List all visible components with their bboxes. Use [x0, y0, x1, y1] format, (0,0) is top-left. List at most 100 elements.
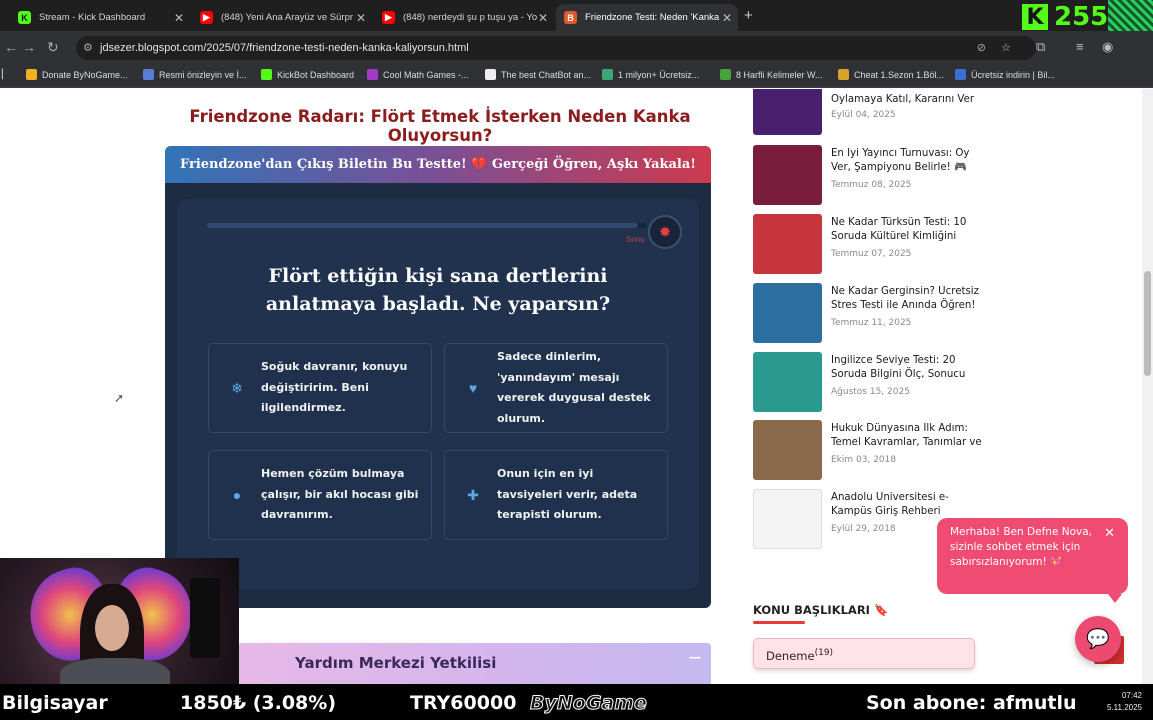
progress-bar	[207, 223, 647, 228]
sidebar-post[interactable]: Oylamaya Katıl, Kararını Ver Eylül 04, 2…	[753, 89, 983, 135]
answer-option-4[interactable]: ✚ Onun için en iyi tavsiyeleri verir, ad…	[444, 450, 668, 540]
stream-ticker: Bilgisayar 1850₺ (3.08%) TRY60000 ByNoGa…	[0, 684, 1153, 720]
ticker-item: 1850₺ (3.08%)	[180, 692, 336, 714]
browser-toolbar: ← → ↻ ⚙ jdsezer.blogspot.com/2025/07/fri…	[0, 31, 1153, 63]
bookmark-item[interactable]: 8 Harfli Kelimeler W...	[720, 69, 823, 80]
url-field[interactable]: ⚙ jdsezer.blogspot.com/2025/07/friendzon…	[76, 36, 1036, 60]
answer-option-3[interactable]: ● Hemen çözüm bulmaya çalışır, bir akıl …	[208, 450, 432, 540]
new-tab-icon[interactable]: +	[744, 7, 753, 24]
ticker-item: Bilgisayar	[2, 692, 108, 714]
bookmark-favicon-icon	[367, 69, 378, 80]
tab-youtube-2[interactable]: ▶ (848) nerdeydi şu p tuşu ya - Yo ✕	[374, 4, 554, 31]
kick-overlay: K 255	[1022, 2, 1108, 32]
minimize-icon[interactable]: —	[689, 637, 701, 677]
streamer-face	[95, 605, 129, 651]
hand-heart-icon: ♥	[468, 380, 478, 396]
sidebar-post[interactable]: Hukuk Dünyasına İlk Adım: Temel Kavramla…	[753, 420, 983, 480]
eye-off-icon[interactable]: ⊘	[977, 36, 986, 60]
bookmark-favicon-icon	[261, 69, 272, 80]
back-icon[interactable]: ←	[4, 39, 18, 55]
quiz-title: Friendzone Radarı: Flört Etmek İsterken …	[189, 107, 691, 145]
bookmark-item[interactable]: Cheat 1.Sezon 1.Böl...	[838, 69, 944, 80]
bookmark-favicon-icon	[838, 69, 849, 80]
mouse-cursor-icon: ➚	[114, 391, 125, 405]
sidebar-post[interactable]: En İyi Yayıncı Turnuvası: Oy Ver, Şampiy…	[753, 145, 983, 205]
brain-icon: ●	[232, 487, 242, 503]
reload-icon[interactable]: ↻	[47, 39, 59, 56]
bookmark-favicon-icon	[143, 69, 154, 80]
sidebar-post[interactable]: İngilizce Seviye Testi: 20 Soruda Bilgin…	[753, 352, 983, 412]
page-scrollbar[interactable]	[1142, 89, 1153, 684]
extensions-icon[interactable]: ⧉	[1036, 39, 1045, 55]
post-thumbnail	[753, 283, 822, 343]
post-thumbnail	[753, 89, 822, 135]
bookmark-item[interactable]: Ücretsiz indirin | Bil...	[955, 69, 1055, 80]
progress-fill	[207, 223, 639, 228]
bookmark-item[interactable]: Cool Math Games -...	[367, 69, 469, 80]
kick-icon: K	[18, 11, 31, 24]
browser-tab-bar: K Stream - Kick Dashboard ✕ ▶ (848) Yeni…	[0, 0, 1153, 46]
forward-icon[interactable]: →	[22, 39, 36, 55]
close-icon[interactable]: ✕	[356, 11, 366, 25]
timer-gear-icon: ✹	[648, 215, 682, 249]
system-clock: 07:42 5.11.2025	[1107, 691, 1142, 712]
quiz-card: ✹ Sonu Flört ettiğin kişi sana dertlerin…	[177, 199, 699, 589]
post-thumbnail	[753, 214, 822, 274]
webcam-overlay	[0, 558, 239, 688]
help-center-title: Yardım Merkezi Yetkilisi	[295, 654, 497, 672]
bookmark-favicon-icon	[485, 69, 496, 80]
bookmark-item[interactable]: KickBot Dashboard	[261, 69, 354, 80]
scrollbar-thumb[interactable]	[1144, 271, 1151, 376]
bookmark-item[interactable]: The best ChatBot an...	[485, 69, 591, 80]
close-icon[interactable]: ✕	[538, 11, 548, 25]
bookmarks-overflow-icon[interactable]: ▏	[2, 69, 9, 80]
sidebar-post[interactable]: Ne Kadar Türksün Testi: 10 Soruda Kültür…	[753, 214, 983, 274]
close-icon[interactable]: ✕	[174, 11, 184, 25]
blogger-icon: B	[564, 11, 577, 24]
post-thumbnail	[753, 352, 822, 412]
post-thumbnail	[753, 489, 822, 549]
bookmark-item[interactable]: Donate ByNoGame...	[26, 69, 128, 80]
kick-logo-icon: K	[1022, 4, 1048, 30]
tab-youtube-1[interactable]: ▶ (848) Yeni Ana Arayüz ve Sürpr ✕	[192, 4, 372, 31]
ticker-item: ByNoGame	[530, 692, 648, 715]
chat-message: Merhaba! Ben Defne Nova, sizinle sohbet …	[950, 526, 1093, 568]
chat-close-icon[interactable]: ✕	[1104, 526, 1115, 541]
answer-option-1[interactable]: ❄ Soğuk davranır, konuyu değiştiririm. B…	[208, 343, 432, 433]
chat-bubble-icon[interactable]: 💬	[1075, 616, 1121, 662]
topic-item-deneme[interactable]: Deneme(19)	[753, 638, 975, 669]
answer-option-2[interactable]: ♥ Sadece dinlerim, 'yanındayım' mesajı v…	[444, 343, 668, 433]
bookmark-favicon-icon	[26, 69, 37, 80]
ticker-item: Son abone: afmutlu	[866, 692, 1077, 714]
topics-underline	[753, 621, 805, 624]
bookmark-favicon-icon	[955, 69, 966, 80]
post-thumbnail	[753, 420, 822, 480]
bookmark-item[interactable]: 1 milyon+ Ücretsiz...	[602, 69, 699, 80]
bookmark-favicon-icon	[602, 69, 613, 80]
bookmark-item[interactable]: Resmi önizleyin ve İ...	[143, 69, 247, 80]
tab-kick-dashboard[interactable]: K Stream - Kick Dashboard ✕	[10, 4, 190, 31]
bookmark-favicon-icon	[720, 69, 731, 80]
profile-icon[interactable]: ◉	[1102, 39, 1113, 55]
sidebar-post[interactable]: Ne Kadar Gerginsin? Ücretsiz Stres Testi…	[753, 283, 983, 343]
youtube-icon: ▶	[382, 11, 395, 24]
snowflake-icon: ❄	[231, 379, 243, 396]
help-center-bar[interactable]: Yardım Merkezi Yetkilisi —	[238, 643, 711, 684]
post-thumbnail	[753, 145, 822, 205]
ticker-item: TRY60000	[410, 692, 517, 714]
tab-friendzone-test[interactable]: B Friendzone Testi: Neden 'Kanka ✕	[556, 4, 738, 31]
chat-popup-pointer	[1108, 594, 1122, 603]
topics-heading: KONU BAŞLIKLARI 🔖	[753, 603, 889, 617]
chat-popup[interactable]: Merhaba! Ben Defne Nova, sizinle sohbet …	[937, 518, 1128, 603]
bookmark-star-icon[interactable]: ☆	[1001, 36, 1011, 60]
timer-label: Sonu	[626, 235, 645, 244]
url-text: jdsezer.blogspot.com/2025/07/friendzone-…	[100, 42, 469, 54]
youtube-icon: ▶	[200, 11, 213, 24]
quiz-header: Friendzone'dan Çıkış Biletin Bu Testte! …	[165, 146, 711, 183]
microphone-icon	[190, 578, 220, 658]
quiz-container: Friendzone'dan Çıkış Biletin Bu Testte! …	[165, 146, 711, 608]
close-icon[interactable]: ✕	[722, 11, 732, 25]
kick-viewer-count: 255	[1054, 2, 1109, 32]
site-info-icon[interactable]: ⚙	[83, 36, 93, 60]
media-icon[interactable]: ≡	[1076, 39, 1084, 54]
